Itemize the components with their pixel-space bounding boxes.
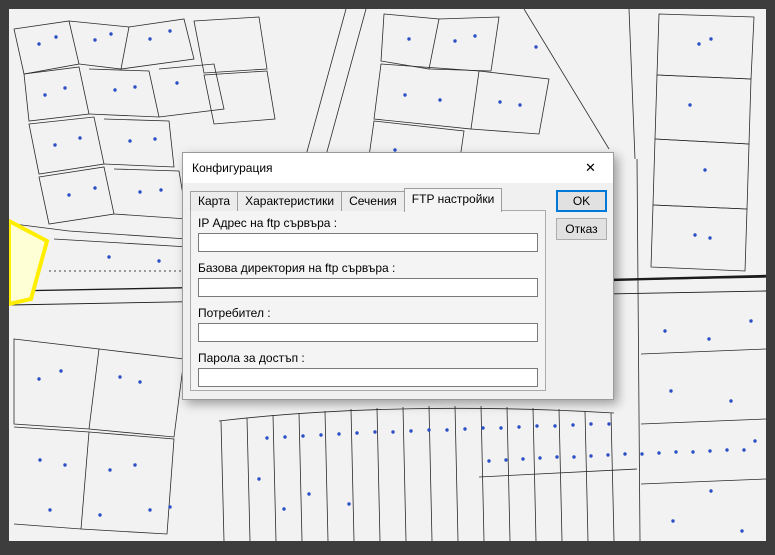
- password-label: Парола за достъп :: [198, 351, 538, 366]
- tab-characteristics[interactable]: Характеристики: [237, 191, 342, 211]
- field-ftp-ip: IP Адрес на ftp сървъра :: [198, 216, 538, 252]
- tab-sections[interactable]: Сечения: [341, 191, 405, 211]
- close-icon[interactable]: ✕: [568, 153, 613, 183]
- tab-strip: Карта Характеристики Сечения FTP настрой…: [190, 189, 501, 211]
- field-base-directory: Базова директория на ftp сървъра :: [198, 261, 538, 297]
- username-input[interactable]: [198, 323, 538, 342]
- cancel-button[interactable]: Отказ: [556, 218, 607, 240]
- parcel-highlight[interactable]: [9, 221, 47, 304]
- configuration-dialog: Конфигурация ✕ Карта Характеристики Сече…: [182, 152, 614, 400]
- ftp-ip-input[interactable]: [198, 233, 538, 252]
- field-password: Парола за достъп :: [198, 351, 538, 387]
- tab-ftp-settings[interactable]: FTP настройки: [404, 188, 503, 212]
- ok-button[interactable]: OK: [556, 190, 607, 212]
- ftp-ip-label: IP Адрес на ftp сървъра :: [198, 216, 538, 231]
- app-window: { "dialog": { "title": "Конфигурация", "…: [0, 0, 775, 555]
- tab-map[interactable]: Карта: [190, 191, 238, 211]
- base-directory-input[interactable]: [198, 278, 538, 297]
- username-label: Потребител :: [198, 306, 538, 321]
- password-input[interactable]: [198, 368, 538, 387]
- ftp-settings-panel: IP Адрес на ftp сървъра : Базова директо…: [190, 210, 546, 391]
- field-username: Потребител :: [198, 306, 538, 342]
- dialog-title: Конфигурация: [183, 161, 273, 175]
- base-directory-label: Базова директория на ftp сървъра :: [198, 261, 538, 276]
- dialog-titlebar[interactable]: Конфигурация ✕: [183, 153, 613, 183]
